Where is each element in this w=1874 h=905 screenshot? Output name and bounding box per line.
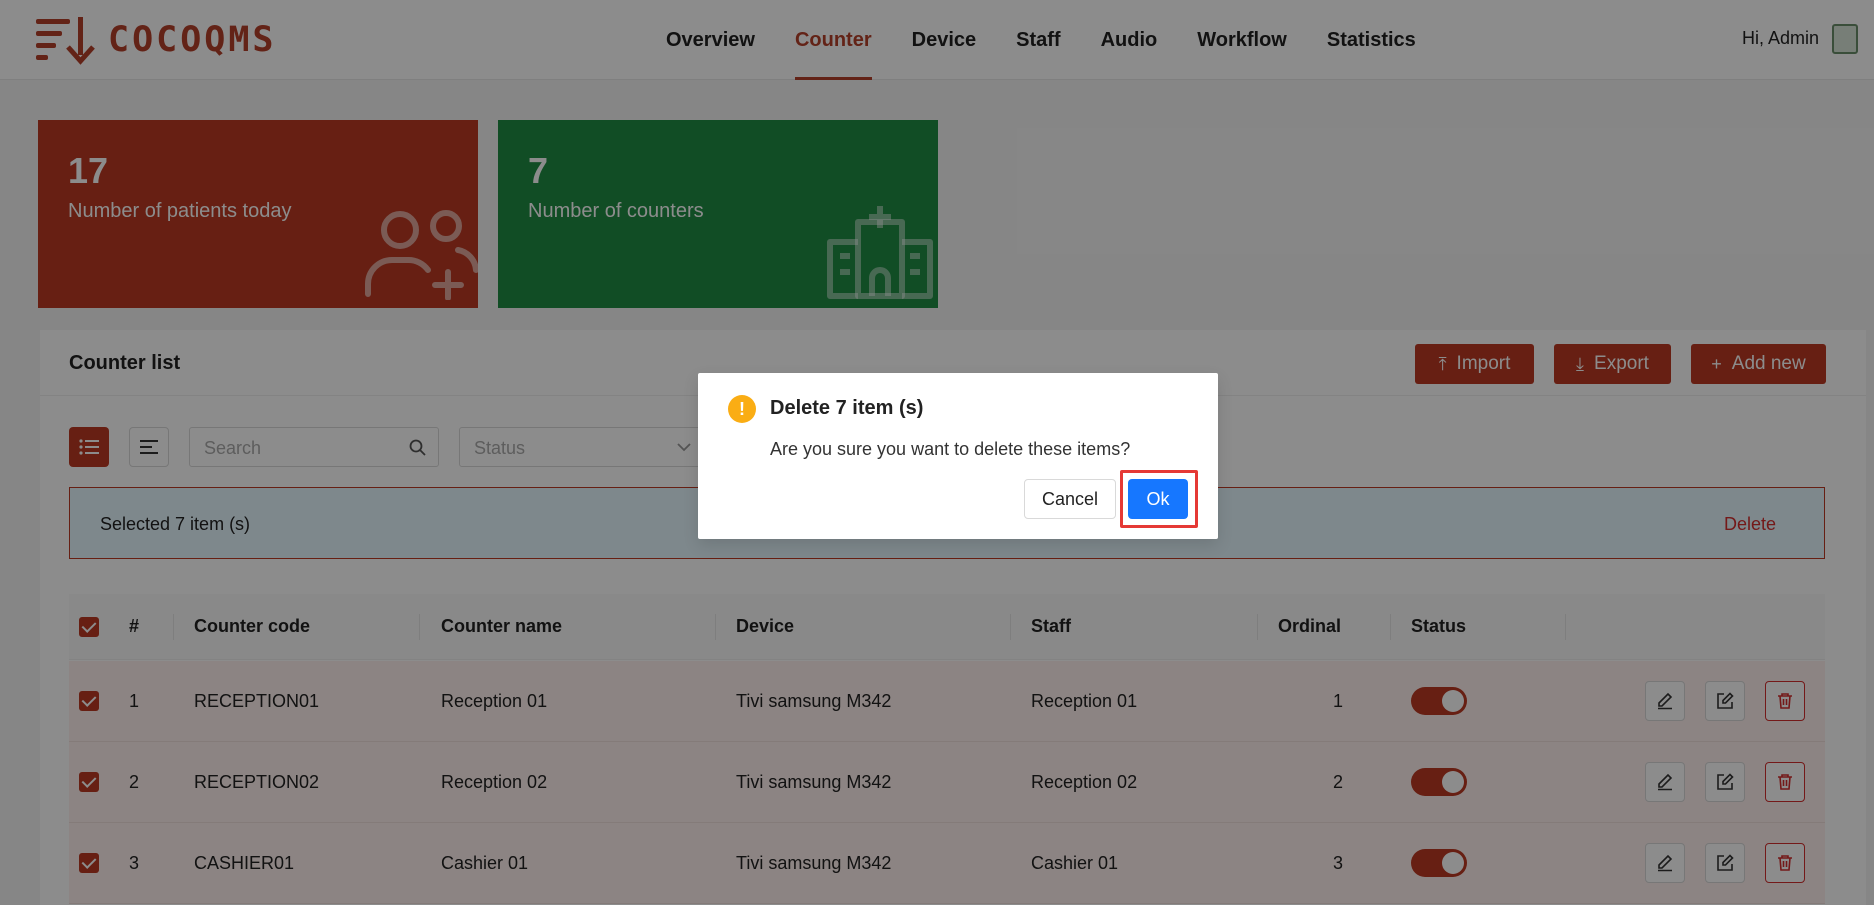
delete-confirm-dialog: ! Delete 7 item (s) Are you sure you wan…: [698, 373, 1218, 539]
cancel-button[interactable]: Cancel: [1024, 479, 1116, 519]
dialog-message: Are you sure you want to delete these it…: [770, 439, 1131, 459]
dialog-title: Delete 7 item (s): [770, 397, 924, 419]
ok-button[interactable]: Ok: [1128, 479, 1188, 519]
warning-icon: !: [728, 395, 756, 423]
